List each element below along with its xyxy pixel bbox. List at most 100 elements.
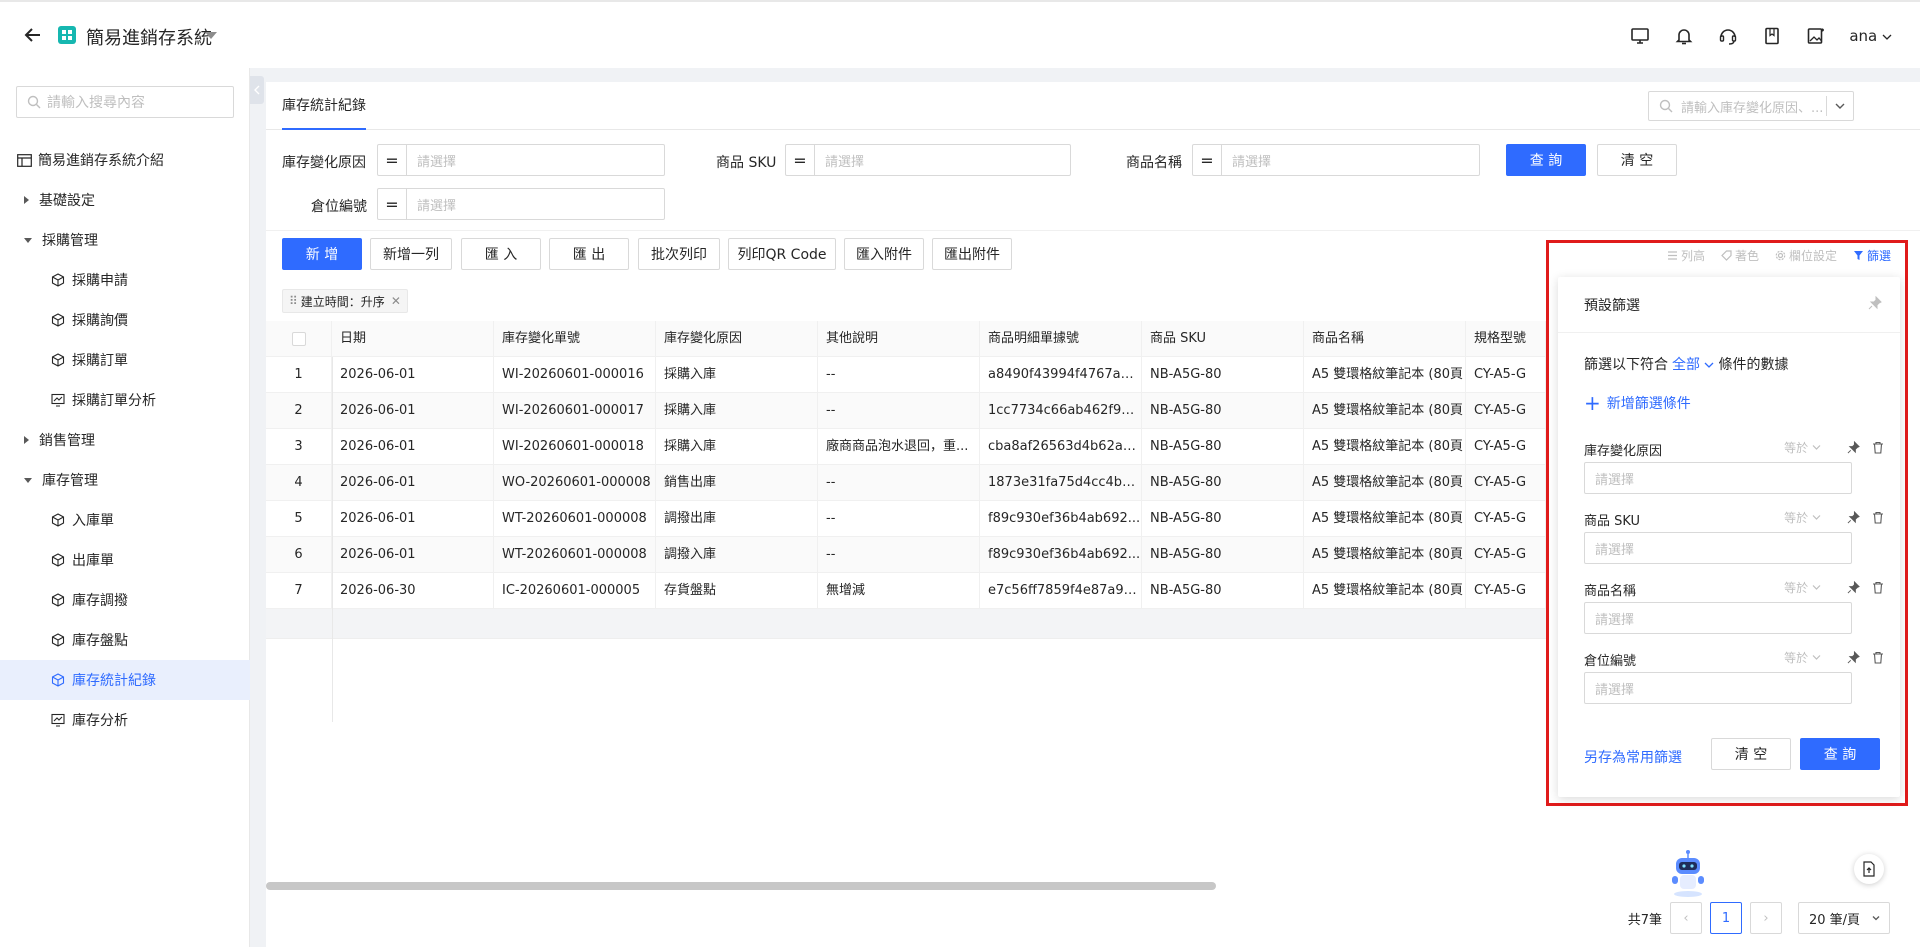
sidebar-item-inventory-mgmt[interactable]: 庫存管理 xyxy=(0,460,250,500)
monitor-icon[interactable] xyxy=(1629,25,1651,47)
table-row[interactable]: 2 2026-06-01 WI-20260601-000017 採購入庫 -- 1cc77… xyxy=(266,393,1546,429)
table-row[interactable]: 6 2026-06-01 WT-20260601-000008 調撥入庫 -- f89c9… xyxy=(266,537,1546,573)
trash-icon[interactable] xyxy=(1872,651,1884,664)
app-switch-caret-icon[interactable] xyxy=(205,32,217,39)
horizontal-scrollbar[interactable] xyxy=(266,882,1216,890)
add-row-button[interactable]: 新增一列 xyxy=(370,238,452,270)
table-row[interactable]: 4 2026-06-01 WO-20260601-000008 銷售出庫 -- 1873e… xyxy=(266,465,1546,501)
sidebar-item-stock-transfer[interactable]: 庫存調撥 xyxy=(0,580,250,620)
close-icon[interactable]: ✕ xyxy=(391,294,401,308)
pin-icon[interactable] xyxy=(1847,651,1860,664)
robot-assistant-icon[interactable] xyxy=(1666,848,1710,898)
sidebar-item-purchase-request[interactable]: 採購申請 xyxy=(0,260,250,300)
drag-handle-icon[interactable]: ⠿ xyxy=(289,294,298,308)
filter-op-location[interactable]: = xyxy=(377,188,407,220)
file-upload-button[interactable] xyxy=(1854,854,1884,884)
table-row[interactable]: 7 2026-06-30 IC-20260601-000005 存貨盤點 無增減 e7c5… xyxy=(266,573,1546,609)
col-header-sku[interactable]: 商品 SKU xyxy=(1142,321,1304,357)
query-button[interactable]: 查 詢 xyxy=(1506,144,1586,176)
pin-icon[interactable] xyxy=(1847,581,1860,594)
app-title[interactable]: 簡易進銷存系統 xyxy=(86,24,212,50)
add-button[interactable]: 新 增 xyxy=(282,238,362,270)
prev-page-button[interactable]: ‹ xyxy=(1670,902,1702,934)
filter-op-sku[interactable]: = xyxy=(785,144,815,176)
col-header-detail-no[interactable]: 商品明細單據號 xyxy=(980,321,1142,357)
sort-tag[interactable]: ⠿ 建立時間：升序 ✕ xyxy=(282,289,408,313)
headset-icon[interactable] xyxy=(1717,25,1739,47)
sidebar-item-purchase-mgmt[interactable]: 採購管理 xyxy=(0,220,250,260)
sidebar-item-stock-in[interactable]: 入庫單 xyxy=(0,500,250,540)
batch-print-button[interactable]: 批次列印 xyxy=(638,238,720,270)
clear-button[interactable]: 清 空 xyxy=(1597,144,1677,176)
filter-select-name[interactable]: 請選擇 xyxy=(1222,144,1480,176)
page-size-select[interactable]: 20 筆/頁 xyxy=(1798,902,1890,934)
import-attachment-button[interactable]: 匯入附件 xyxy=(844,238,924,270)
filter-op-reason[interactable]: = xyxy=(377,144,407,176)
sidebar-item-purchase-inquiry[interactable]: 採購詢價 xyxy=(0,300,250,340)
cell-spec: CY-A5-G xyxy=(1466,537,1546,573)
trash-icon[interactable] xyxy=(1872,511,1884,524)
save-as-common-filter-link[interactable]: 另存為常用篩選 xyxy=(1584,747,1682,767)
condition-input[interactable]: 請選擇 xyxy=(1584,602,1852,634)
sidebar-item-stock-analysis[interactable]: 庫存分析 xyxy=(0,700,250,740)
pin-icon[interactable] xyxy=(1868,296,1882,310)
trash-icon[interactable] xyxy=(1872,441,1884,454)
book-icon[interactable] xyxy=(1761,25,1783,47)
select-all-checkbox[interactable] xyxy=(266,321,332,357)
export-attachment-button[interactable]: 匯出附件 xyxy=(932,238,1012,270)
sidebar-item-basic-settings[interactable]: 基礎設定 xyxy=(0,180,250,220)
filter-select-sku[interactable]: 請選擇 xyxy=(815,144,1071,176)
trash-icon[interactable] xyxy=(1872,581,1884,594)
image-plus-icon[interactable] xyxy=(1805,25,1827,47)
sidebar-item-stock-out[interactable]: 出庫單 xyxy=(0,540,250,580)
table-row[interactable]: 1 2026-06-01 WI-20260601-000016 採購入庫 -- a8490… xyxy=(266,357,1546,393)
record-search-input[interactable]: 請輸入庫存變化原因、... xyxy=(1648,91,1854,121)
sidebar-item-stock-count[interactable]: 庫存盤點 xyxy=(0,620,250,660)
col-header-change-no[interactable]: 庫存變化單號 xyxy=(494,321,656,357)
sidebar-item-purchase-order[interactable]: 採購訂單 xyxy=(0,340,250,380)
sidebar-item-purchase-analysis[interactable]: 採購訂單分析 xyxy=(0,380,250,420)
operator-select[interactable]: 等於 xyxy=(1784,579,1821,596)
export-button[interactable]: 匯 出 xyxy=(549,238,629,270)
pin-icon[interactable] xyxy=(1847,511,1860,524)
col-header-spec[interactable]: 規格型號 xyxy=(1466,321,1546,357)
cell-sku: NB-A5G-80 xyxy=(1142,357,1304,393)
col-header-name[interactable]: 商品名稱 xyxy=(1304,321,1466,357)
pin-icon[interactable] xyxy=(1847,441,1860,454)
table-row[interactable]: 3 2026-06-01 WI-20260601-000018 採購入庫 廠商商品泡水退… xyxy=(266,429,1546,465)
col-header-other[interactable]: 其他說明 xyxy=(818,321,980,357)
bell-icon[interactable] xyxy=(1673,25,1695,47)
chevron-down-icon[interactable] xyxy=(1833,99,1847,113)
operator-select[interactable]: 等於 xyxy=(1784,439,1821,456)
operator-select[interactable]: 等於 xyxy=(1784,509,1821,526)
cell-name: A5 雙環格紋筆記本 (80頁 xyxy=(1304,573,1466,609)
condition-input[interactable]: 請選擇 xyxy=(1584,672,1852,704)
match-mode-select[interactable]: 全部 xyxy=(1672,357,1714,373)
sidebar-item-stock-records[interactable]: 庫存統計紀錄 xyxy=(0,660,250,700)
sidebar-search-input[interactable]: 請輸入搜尋內容 xyxy=(16,86,234,118)
filter-select-location[interactable]: 請選擇 xyxy=(407,188,665,220)
user-menu[interactable]: ana xyxy=(1849,27,1892,45)
table-row[interactable]: 5 2026-06-01 WT-20260601-000008 調撥出庫 -- f89c9… xyxy=(266,501,1546,537)
condition-input[interactable]: 請選擇 xyxy=(1584,532,1852,564)
col-header-reason[interactable]: 庫存變化原因 xyxy=(656,321,818,357)
sidebar-item-label: 採購訂單分析 xyxy=(72,393,156,409)
operator-select[interactable]: 等於 xyxy=(1784,649,1821,666)
cell-date: 2026-06-30 xyxy=(332,573,494,609)
filter-select-reason[interactable]: 請選擇 xyxy=(407,144,665,176)
import-button[interactable]: 匯 入 xyxy=(461,238,541,270)
filter-query-button[interactable]: 查 詢 xyxy=(1800,738,1880,770)
add-condition-button[interactable]: + 新增篩選條件 xyxy=(1584,393,1691,413)
sidebar-item-sales-mgmt[interactable]: 銷售管理 xyxy=(0,420,250,460)
sidebar-item-intro[interactable]: 簡易進銷存系統介紹 xyxy=(0,140,250,180)
back-arrow-icon[interactable] xyxy=(22,24,44,46)
condition-input[interactable]: 請選擇 xyxy=(1584,462,1852,494)
page-number[interactable]: 1 xyxy=(1710,902,1742,934)
filter-clear-button[interactable]: 清 空 xyxy=(1711,738,1791,770)
filter-op-name[interactable]: = xyxy=(1192,144,1222,176)
col-header-date[interactable]: 日期 xyxy=(332,321,494,357)
tab-stock-records[interactable]: 庫存統計紀錄 xyxy=(282,82,366,130)
print-qr-button[interactable]: 列印QR Code xyxy=(728,238,836,270)
sidebar-collapse-handle[interactable] xyxy=(250,76,264,104)
next-page-button[interactable]: › xyxy=(1750,902,1782,934)
